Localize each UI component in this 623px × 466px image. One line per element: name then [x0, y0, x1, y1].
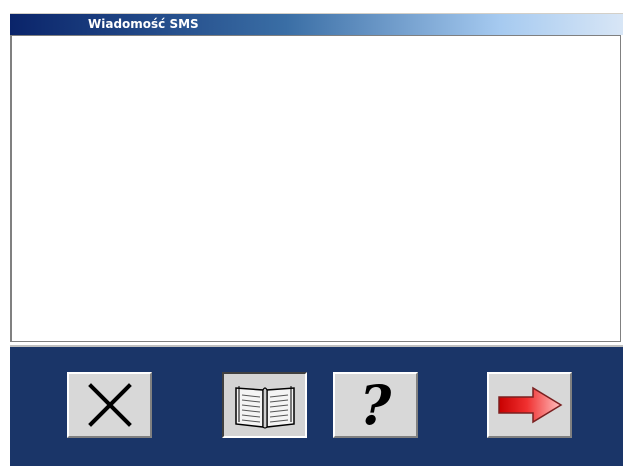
help-button[interactable]: ?	[333, 372, 418, 438]
cancel-button[interactable]	[67, 372, 152, 438]
sms-message-input[interactable]	[10, 35, 621, 342]
sms-window: Wiadomość SMS ?	[0, 0, 623, 466]
toolbar-panel: ?	[10, 345, 623, 466]
phonebook-button[interactable]	[222, 372, 307, 438]
close-icon	[87, 382, 133, 428]
open-book-icon	[232, 380, 298, 430]
title-bar[interactable]: Wiadomość SMS	[10, 13, 623, 35]
send-button[interactable]	[487, 372, 572, 438]
question-mark-icon: ?	[359, 373, 392, 437]
window-title: Wiadomość SMS	[88, 17, 199, 31]
red-arrow-right-icon	[495, 385, 565, 425]
